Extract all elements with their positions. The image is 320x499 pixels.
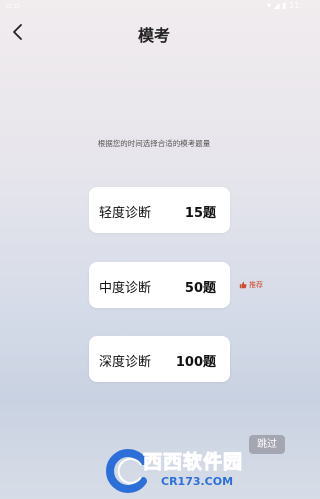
- page-title: 模考: [137, 26, 170, 45]
- recommend-label: 推荐: [249, 281, 263, 289]
- watermark: 西西软件园 CR173.COM: [105, 441, 300, 499]
- watermark-domain: CR173.COM: [161, 475, 234, 488]
- option-label: 深度诊断: [99, 355, 152, 370]
- recommend-badge: 推荐: [239, 280, 263, 290]
- option-count: 100题: [175, 355, 216, 370]
- option-deep-diagnosis[interactable]: 深度诊断 100题: [89, 336, 230, 382]
- option-count: 50题: [184, 281, 216, 296]
- status-bar: ▫ ▫ ▾ ◢ ▮ 11:: [0, 0, 308, 12]
- thumbs-up-icon: [239, 281, 247, 289]
- status-left-icons: ▫ ▫: [6, 1, 20, 10]
- hint-text: 根据您的时间选择合适的模考题量: [97, 139, 211, 148]
- option-label: 轻度诊断: [99, 206, 152, 221]
- option-medium-diagnosis[interactable]: 中度诊断 50题: [89, 262, 230, 308]
- watermark-brand: 西西软件园: [142, 451, 244, 474]
- status-right-icons: ▾ ◢ ▮ 11:: [266, 1, 302, 10]
- option-label: 中度诊断: [99, 281, 152, 296]
- option-count: 15题: [184, 206, 216, 221]
- option-light-diagnosis[interactable]: 轻度诊断 15题: [89, 187, 230, 233]
